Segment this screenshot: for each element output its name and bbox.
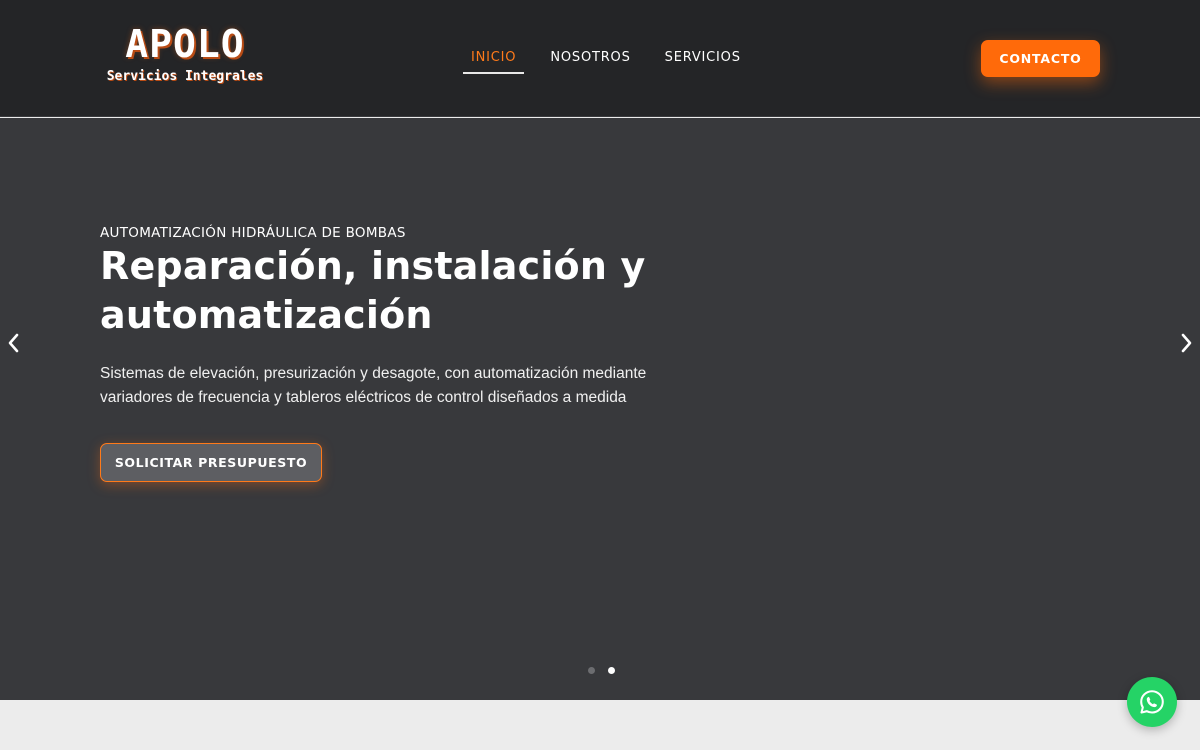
slider-dot-1[interactable]	[588, 667, 595, 674]
brand-tagline: Servicios Integrales	[106, 69, 264, 84]
next-section	[0, 700, 1200, 750]
chevron-left-icon	[8, 333, 19, 353]
whatsapp-icon	[1140, 690, 1164, 714]
site-header: APOLO Servicios Integrales INICIO NOSOTR…	[0, 0, 1200, 117]
slider-next-button[interactable]	[1174, 328, 1200, 358]
chevron-right-icon	[1181, 333, 1192, 353]
hero-slider: AUTOMATIZACIÓN HIDRÁULICA DE BOMBAS Repa…	[0, 118, 1200, 700]
slider-dot-2[interactable]	[608, 667, 615, 674]
main-nav: INICIO NOSOTROS SERVICIOS	[462, 46, 775, 74]
hero-headline: Reparación, instalación y automatización	[100, 244, 646, 337]
brand-name: APOLO	[125, 22, 245, 66]
slider-prev-button[interactable]	[0, 328, 26, 358]
nav-item-servicios[interactable]: SERVICIOS	[665, 46, 741, 74]
whatsapp-button[interactable]	[1127, 677, 1177, 727]
nav-item-inicio[interactable]: INICIO	[462, 46, 525, 74]
contact-button[interactable]: CONTACTO	[981, 40, 1100, 77]
nav-item-nosotros[interactable]: NOSOTROS	[550, 46, 630, 74]
hero-description: Sistemas de elevación, presurización y d…	[100, 365, 647, 406]
request-quote-button[interactable]: SOLICITAR PRESUPUESTO	[100, 443, 322, 482]
brand-logo[interactable]: APOLO Servicios Integrales	[100, 22, 270, 86]
slider-pagination	[588, 667, 628, 674]
hero-eyebrow: AUTOMATIZACIÓN HIDRÁULICA DE BOMBAS	[100, 225, 406, 241]
